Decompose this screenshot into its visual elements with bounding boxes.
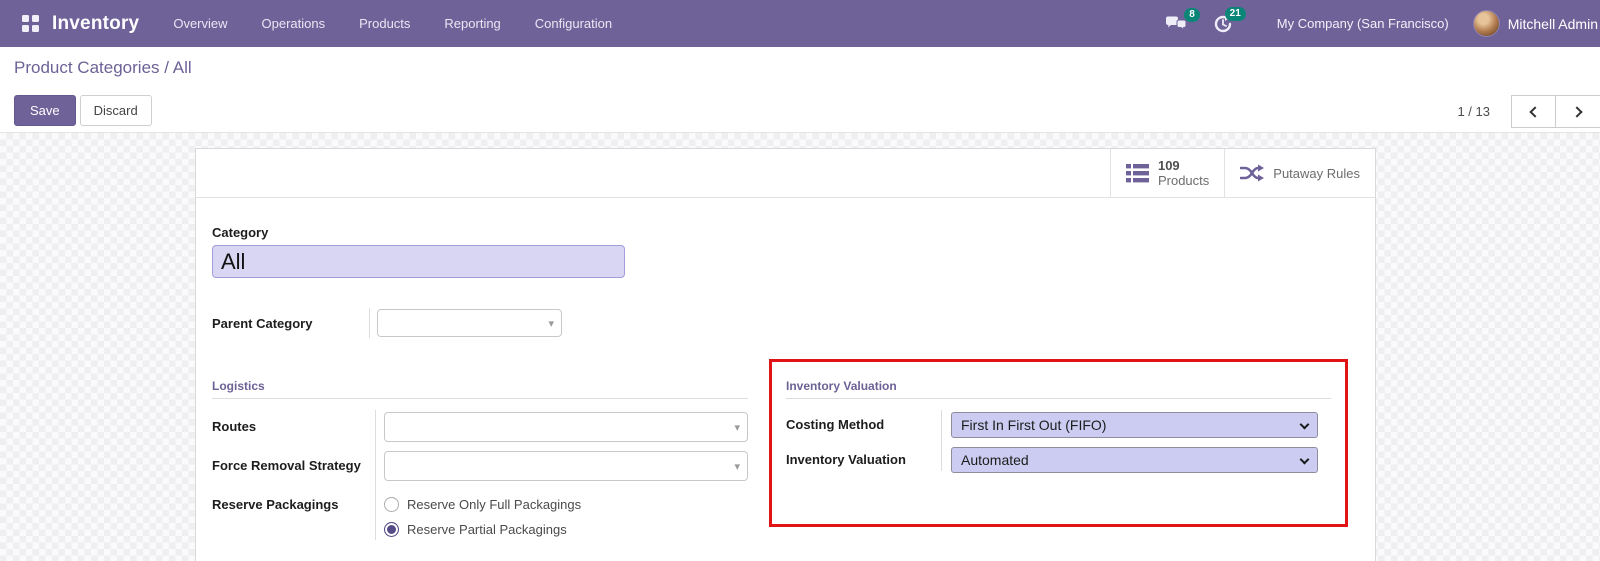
- button-box: 109 Products Putaway Rules: [196, 149, 1375, 198]
- label-separator: [941, 410, 942, 471]
- inventory-valuation-section-highlighted: Inventory Valuation Costing Method First…: [769, 359, 1348, 527]
- radio-unchecked-icon[interactable]: [384, 497, 399, 512]
- company-switcher[interactable]: My Company (San Francisco): [1277, 16, 1449, 31]
- apps-grid-square: [22, 25, 29, 32]
- parent-category-label: Parent Category: [212, 315, 313, 331]
- chevron-left-icon: [1529, 105, 1541, 118]
- routes-row: Routes ▾: [212, 412, 748, 442]
- parent-category-dropdown[interactable]: ▾: [377, 309, 562, 337]
- parent-category-input[interactable]: [378, 310, 561, 336]
- radio-checked-icon[interactable]: [384, 522, 399, 537]
- parent-category-cell: ▾: [369, 308, 562, 338]
- pager-next-button[interactable]: [1556, 95, 1600, 128]
- record-pager-count: 1 / 13: [1457, 104, 1490, 119]
- routes-cell: ▾: [384, 412, 748, 442]
- costing-method-cell: First In First Out (FIFO): [951, 412, 1318, 438]
- menu-operations[interactable]: Operations: [262, 16, 326, 31]
- products-stat-button[interactable]: 109 Products: [1109, 149, 1225, 197]
- inventory-valuation-cell: Automated: [951, 447, 1318, 473]
- radio-reserve-partial-label: Reserve Partial Packagings: [407, 522, 567, 537]
- label-separator: [375, 410, 376, 540]
- product-category-form: 109 Products Putaway Rules Category All …: [195, 148, 1376, 561]
- valuation-group: Costing Method First In First Out (FIFO)…: [786, 410, 1331, 473]
- discard-button[interactable]: Discard: [79, 95, 152, 126]
- save-button[interactable]: Save: [14, 95, 76, 126]
- app-title[interactable]: Inventory: [52, 13, 139, 35]
- menu-overview[interactable]: Overview: [173, 16, 227, 31]
- products-count: 109: [1157, 158, 1180, 173]
- chevron-right-icon: [1570, 105, 1583, 118]
- apps-menu-icon[interactable]: [22, 15, 39, 32]
- costing-method-value: First In First Out (FIFO): [961, 417, 1107, 433]
- logistics-group: Routes ▾ Force Removal Strategy ▾ Reserv…: [212, 410, 748, 542]
- speech-bubbles-icon: [1165, 16, 1187, 32]
- category-name-input[interactable]: [212, 245, 625, 278]
- radio-reserve-full[interactable]: Reserve Only Full Packagings: [384, 492, 581, 517]
- reserve-packagings-row: Reserve Packagings Reserve Only Full Pac…: [212, 490, 748, 542]
- routes-dropdown[interactable]: ▾: [384, 412, 748, 442]
- shuffle-icon: [1240, 164, 1265, 182]
- inventory-valuation-title: Inventory Valuation: [786, 379, 1331, 399]
- costing-method-row: Costing Method First In First Out (FIFO): [786, 412, 1331, 438]
- force-removal-cell: ▾: [384, 451, 748, 481]
- putaway-rules-button[interactable]: Putaway Rules: [1224, 149, 1375, 197]
- apps-grid-square: [22, 15, 29, 22]
- products-stat-text: 109 Products: [1158, 158, 1209, 188]
- category-field-block: Category: [212, 225, 1359, 278]
- force-removal-dropdown[interactable]: ▾: [384, 451, 748, 481]
- routes-input[interactable]: [385, 413, 747, 441]
- chevron-down-icon: [1299, 454, 1310, 465]
- user-avatar[interactable]: [1472, 10, 1500, 37]
- form-action-buttons: Save Discard: [14, 95, 152, 126]
- costing-method-label: Costing Method: [786, 417, 885, 432]
- logistics-section: Logistics Routes ▾ Force Removal Strateg…: [212, 359, 748, 551]
- inventory-valuation-select[interactable]: Automated: [951, 447, 1318, 473]
- force-removal-row: Force Removal Strategy ▾: [212, 451, 748, 481]
- radio-reserve-partial[interactable]: Reserve Partial Packagings: [384, 517, 581, 542]
- messages-badge: 8: [1184, 8, 1200, 22]
- putaway-rules-label: Putaway Rules: [1273, 165, 1360, 181]
- messages-button[interactable]: 8: [1165, 8, 1200, 32]
- chevron-down-icon: [1299, 419, 1310, 430]
- apps-grid-square: [32, 15, 39, 22]
- activities-button[interactable]: 21: [1213, 6, 1246, 34]
- top-navbar: Inventory Overview Operations Products R…: [0, 0, 1600, 47]
- main-menu: Overview Operations Products Reporting C…: [173, 16, 612, 31]
- reserve-packagings-label: Reserve Packagings: [212, 497, 339, 512]
- apps-grid-square: [32, 25, 39, 32]
- activities-badge: 21: [1224, 6, 1246, 21]
- parent-category-row: Parent Category ▾: [212, 308, 1359, 338]
- pager-previous-button[interactable]: [1511, 95, 1556, 128]
- inventory-valuation-label: Inventory Valuation: [786, 452, 906, 467]
- control-panel: Product Categories / All Save Discard 1 …: [0, 47, 1600, 133]
- form-sheet: Category Parent Category ▾ Logistics: [196, 225, 1375, 551]
- breadcrumb[interactable]: Product Categories / All: [14, 58, 192, 78]
- menu-products[interactable]: Products: [359, 16, 410, 31]
- navbar-right: 8 21 My Company (San Francisco) Mitchell…: [1165, 6, 1600, 37]
- costing-method-select[interactable]: First In First Out (FIFO): [951, 412, 1318, 438]
- category-label: Category: [212, 225, 269, 240]
- form-view-background: 109 Products Putaway Rules Category All …: [0, 133, 1600, 561]
- force-removal-label: Force Removal Strategy: [212, 458, 361, 473]
- menu-configuration[interactable]: Configuration: [535, 16, 612, 31]
- routes-label: Routes: [212, 419, 257, 434]
- user-name[interactable]: Mitchell Admin: [1508, 16, 1598, 32]
- force-removal-input[interactable]: [385, 452, 747, 480]
- record-pager: [1511, 95, 1600, 128]
- products-label: Products: [1157, 173, 1210, 188]
- inventory-valuation-value: Automated: [961, 452, 1029, 468]
- list-icon: [1125, 163, 1149, 182]
- inventory-valuation-row: Inventory Valuation Automated: [786, 447, 1331, 473]
- form-columns: Logistics Routes ▾ Force Removal Strateg…: [212, 359, 1359, 551]
- reserve-packagings-options: Reserve Only Full Packagings Reserve Par…: [384, 490, 581, 542]
- logistics-title: Logistics: [212, 379, 748, 399]
- menu-reporting[interactable]: Reporting: [444, 16, 500, 31]
- radio-reserve-full-label: Reserve Only Full Packagings: [407, 497, 582, 512]
